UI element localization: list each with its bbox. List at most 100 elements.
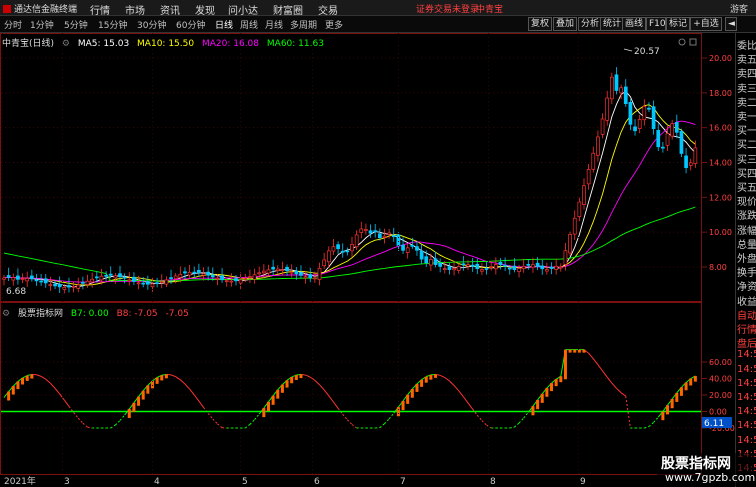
candle-body: [340, 250, 345, 253]
indicator-line-segment: [476, 414, 483, 421]
candle-body: [656, 129, 661, 148]
candle-body: [169, 277, 173, 279]
candle-body: [303, 276, 308, 279]
indicator-bar: [582, 349, 586, 353]
price-tick-label: 20.00: [709, 54, 732, 63]
candle-body: [429, 259, 433, 266]
side-panel-label: 收益: [737, 296, 756, 308]
candle-body: [605, 97, 610, 121]
candle-body: [396, 234, 401, 246]
side-panel-label: 买二: [737, 140, 756, 152]
indicator-line-segment: [179, 379, 186, 385]
indicator-settings-icon[interactable]: ⚙: [2, 309, 10, 319]
indicator-line-segment: [620, 392, 627, 397]
indicator-line-segment: [207, 413, 214, 420]
indicator-line-segment: [249, 419, 255, 425]
candle-body: [192, 271, 197, 274]
indicator-bar: [21, 377, 25, 385]
price-tick-label: 14.00: [709, 159, 732, 168]
indicator-line-segment: [514, 422, 520, 428]
x-axis-label: 7: [400, 477, 406, 487]
indicator-bar: [401, 400, 405, 411]
indicator-line-segment: [588, 352, 594, 360]
x-axis-label: 9: [580, 477, 586, 487]
candle-body: [637, 119, 642, 129]
indicator-tick-label: 20.00: [709, 391, 732, 400]
side-panel-label: 卖一: [737, 112, 756, 123]
candle-body: [540, 265, 545, 270]
candle-body: [651, 106, 656, 129]
indicator-bar: [424, 376, 428, 383]
candle-body: [684, 155, 688, 169]
chart-settings-icon[interactable]: [678, 38, 686, 46]
x-axis-label: 5: [242, 477, 248, 487]
side-panel-label: 14:56: [737, 363, 756, 375]
indicator-header: ⚙ 股票指标网 B7: 0.00 B8: -7.05 -7.05: [2, 306, 194, 319]
candle-body: [248, 276, 252, 279]
candle-body: [424, 256, 429, 264]
indicator-bar: [132, 402, 136, 413]
candle-body: [271, 266, 275, 270]
indicator-bar: [299, 374, 303, 379]
indicator-line-segment: [244, 424, 251, 429]
candle-body: [442, 268, 447, 270]
candle-body: [48, 284, 53, 286]
side-panel-label: 卖五: [737, 55, 756, 67]
candle-body: [665, 133, 670, 146]
indicator-line-segment: [193, 394, 200, 402]
candle-body: [364, 229, 368, 231]
candle-body: [382, 235, 387, 238]
candle-body: [456, 266, 461, 271]
candle-body: [187, 271, 192, 276]
candle-body: [275, 268, 280, 271]
chart-close-icon[interactable]: [689, 38, 697, 46]
indicator-bar: [25, 375, 29, 381]
kline-settings-icon[interactable]: ⚙: [62, 39, 70, 49]
candle-body: [563, 250, 568, 265]
candle-body: [234, 278, 238, 282]
side-panel-label: 14:56: [737, 420, 756, 432]
indicator-line-segment: [45, 378, 51, 384]
candle-body: [132, 276, 136, 282]
indicator-line-segment: [170, 374, 176, 378]
indicator-bar: [693, 375, 697, 382]
indicator-bar: [420, 379, 424, 387]
candle-body: [108, 273, 113, 276]
candle-body: [252, 274, 257, 280]
candle-body: [299, 272, 303, 276]
candle-body: [489, 265, 494, 268]
candle-body: [322, 259, 327, 267]
candle-body: [127, 279, 132, 282]
candle-body: [521, 265, 526, 269]
indicator-line-segment: [217, 423, 223, 429]
indicator-line-segment: [36, 374, 42, 377]
candle-body: [308, 274, 313, 278]
indicator-line-segment: [203, 407, 209, 414]
indicator-line-segment: [449, 380, 455, 386]
indicator-line-segment: [523, 412, 529, 419]
candle-body: [104, 274, 108, 277]
candle-body: [526, 263, 531, 266]
indicator-line-segment: [54, 387, 61, 395]
candle-body: [405, 247, 410, 253]
side-panel-label: 14:56: [737, 392, 756, 403]
indicator-bar: [155, 377, 159, 384]
indicator-tick-label: 0.00: [709, 408, 727, 417]
side-panel-label: 涨跌: [737, 211, 756, 223]
candle-body: [164, 279, 169, 285]
candle-body: [415, 246, 419, 251]
indicator-line-segment: [388, 412, 395, 420]
indicator-line-segment: [319, 384, 325, 391]
kline-chart[interactable]: 2021年 3 4 5 6 7 8 9 20.00 18.00 16.00 14.00 12.00 10…: [0, 0, 756, 487]
candle-body: [582, 185, 586, 205]
indicator-bar: [666, 405, 670, 415]
b7-label: B7: 0.00: [70, 309, 109, 319]
candle-body: [285, 266, 289, 272]
indicator-line-segment: [305, 374, 311, 378]
side-panel-label: 行情: [737, 325, 756, 336]
candle-body: [545, 269, 549, 272]
side-panel-label: 买五: [737, 183, 756, 194]
indicator-bar: [661, 411, 665, 421]
indicator-line-segment: [254, 413, 260, 420]
indicator-bar: [531, 406, 535, 416]
